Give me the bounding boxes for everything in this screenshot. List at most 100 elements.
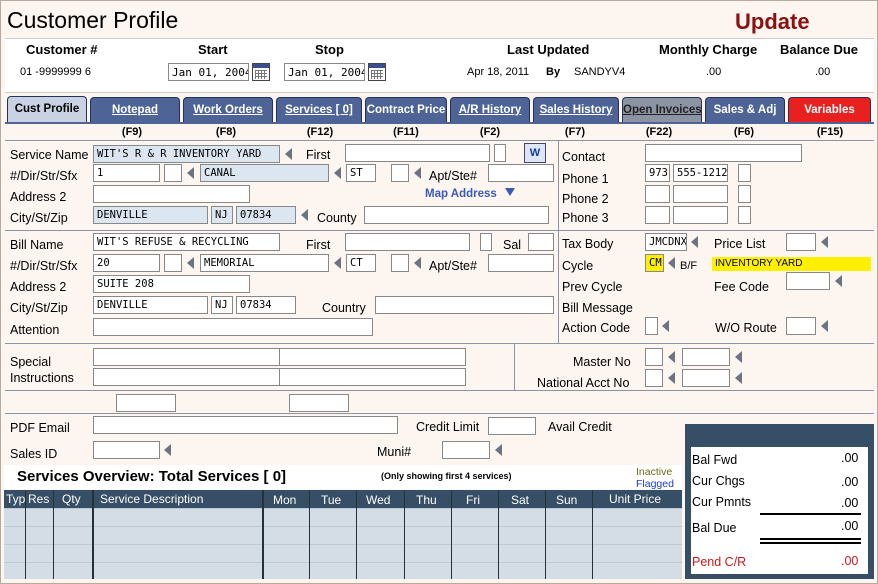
bill-name-field[interactable]: WIT'S REFUSE & RECYCLING xyxy=(93,233,280,251)
col-mon[interactable]: Mon xyxy=(273,493,296,507)
pdf-email-field[interactable] xyxy=(93,416,398,434)
phone1-ext-field[interactable] xyxy=(738,164,751,182)
action-code-field[interactable] xyxy=(645,317,658,335)
cycle-field[interactable]: CM xyxy=(645,254,664,272)
phone3-number-field[interactable] xyxy=(673,206,728,224)
bill-country-field[interactable] xyxy=(375,296,554,314)
arrow-left-icon[interactable] xyxy=(414,167,421,179)
arrow-left-icon[interactable] xyxy=(668,257,675,269)
phone2-ext-field[interactable] xyxy=(738,185,751,203)
bill-zip-field[interactable]: 07834 xyxy=(236,296,296,314)
muni-field[interactable] xyxy=(442,441,490,459)
bill-sal-field[interactable] xyxy=(528,233,554,251)
col-thu[interactable]: Thu xyxy=(416,493,437,507)
stop-date-field[interactable]: Jan 01, 2004 xyxy=(284,63,365,81)
bill-city-field[interactable]: DENVILLE xyxy=(93,296,208,314)
service-state-field[interactable]: NJ xyxy=(211,206,233,224)
arrow-left-icon[interactable] xyxy=(821,320,828,332)
service-street-field[interactable]: CANAL xyxy=(200,164,329,182)
col-wed[interactable]: Wed xyxy=(366,493,390,507)
arrow-left-icon[interactable] xyxy=(164,444,171,456)
service-name-field[interactable]: WIT'S R & R INVENTORY YARD xyxy=(93,145,280,163)
phone1-number-field[interactable]: 555-1212 xyxy=(673,164,728,182)
col-sat[interactable]: Sat xyxy=(511,493,529,507)
phone2-number-field[interactable] xyxy=(673,185,728,203)
special-instr-field-3[interactable] xyxy=(93,368,280,386)
col-qty[interactable]: Qty xyxy=(62,492,81,506)
tab-services[interactable]: Services [ 0] xyxy=(276,97,362,122)
arrow-left-icon[interactable] xyxy=(495,444,502,456)
col-fri[interactable]: Fri xyxy=(466,493,480,507)
service-post-dir-field[interactable] xyxy=(391,164,409,182)
col-typ[interactable]: Typ xyxy=(6,492,25,506)
service-first-field[interactable] xyxy=(345,144,490,162)
arrow-left-icon[interactable] xyxy=(285,148,292,160)
tab-ar-history[interactable]: A/R History xyxy=(450,97,530,122)
service-number-field[interactable]: 1 xyxy=(93,164,160,182)
col-tue[interactable]: Tue xyxy=(321,493,341,507)
arrow-left-icon[interactable] xyxy=(735,351,742,363)
phone3-area-field[interactable] xyxy=(645,206,670,224)
contact-field[interactable] xyxy=(645,144,802,162)
arrow-left-icon[interactable] xyxy=(835,275,842,287)
arrow-left-icon[interactable] xyxy=(662,320,669,332)
col-unit-price[interactable]: Unit Price xyxy=(609,492,661,506)
col-sun[interactable]: Sun xyxy=(556,493,577,507)
bill-first-field[interactable] xyxy=(345,233,470,251)
phone2-area-field[interactable] xyxy=(645,185,670,203)
price-list-field[interactable] xyxy=(786,233,816,251)
tab-work-orders[interactable]: Work Orders xyxy=(183,97,273,122)
arrow-down-icon[interactable] xyxy=(505,188,515,196)
service-county-field[interactable] xyxy=(364,206,549,224)
bill-apt-field[interactable] xyxy=(488,254,554,272)
calendar-icon[interactable] xyxy=(368,63,386,81)
bill-dir-field[interactable] xyxy=(164,254,182,272)
master-no-field-2[interactable] xyxy=(682,348,730,366)
phone3-ext-field[interactable] xyxy=(738,206,751,224)
wo-route-field[interactable] xyxy=(786,317,816,335)
arrow-left-icon[interactable] xyxy=(821,236,828,248)
arrow-left-icon[interactable] xyxy=(414,257,421,269)
arrow-left-icon[interactable] xyxy=(668,351,675,363)
national-acct-field-1[interactable] xyxy=(645,369,663,387)
arrow-left-icon[interactable] xyxy=(334,257,341,269)
arrow-left-icon[interactable] xyxy=(187,257,194,269)
special-instr-field-1[interactable] xyxy=(93,348,280,366)
services-grid-body[interactable] xyxy=(4,508,682,579)
bill-post-dir-field[interactable] xyxy=(391,254,409,272)
arrow-left-icon[interactable] xyxy=(334,167,341,179)
sales-id-field[interactable] xyxy=(93,441,160,459)
tab-open-invoices[interactable]: Open Invoices xyxy=(622,97,702,122)
special-instr-field-4[interactable] xyxy=(279,368,466,386)
start-date-field[interactable]: Jan 01, 2004 xyxy=(168,63,249,81)
word-doc-icon[interactable]: W xyxy=(524,143,546,163)
bill-address2-field[interactable]: SUITE 208 xyxy=(93,275,250,293)
tab-notepad[interactable]: Notepad xyxy=(90,97,180,122)
master-no-field-1[interactable] xyxy=(645,348,663,366)
tab-variables[interactable]: Variables xyxy=(788,97,871,122)
arrow-left-icon[interactable] xyxy=(691,236,698,248)
calendar-icon[interactable] xyxy=(252,63,270,81)
tax-body-field[interactable]: JMCDNX xyxy=(645,233,687,251)
service-city-field[interactable]: DENVILLE xyxy=(93,206,208,224)
national-acct-field-2[interactable] xyxy=(682,369,730,387)
bill-street-field[interactable]: MEMORIAL xyxy=(200,254,329,272)
service-mi-field[interactable] xyxy=(494,144,506,162)
col-description[interactable]: Service Description xyxy=(100,492,203,506)
service-suffix-field[interactable]: ST xyxy=(346,164,376,182)
attention-field[interactable] xyxy=(93,318,373,336)
arrow-left-icon[interactable] xyxy=(301,209,308,221)
tab-cust-profile[interactable]: Cust Profile xyxy=(7,96,87,124)
col-res[interactable]: Res xyxy=(28,492,49,506)
misc-field-1[interactable] xyxy=(116,394,176,412)
service-zip-field[interactable]: 07834 xyxy=(236,206,296,224)
bill-number-field[interactable]: 20 xyxy=(93,254,160,272)
tab-sales-history[interactable]: Sales History xyxy=(533,97,619,122)
map-address-link[interactable]: Map Address xyxy=(425,188,497,200)
phone1-area-field[interactable]: 973 xyxy=(645,164,670,182)
special-instr-field-2[interactable] xyxy=(279,348,466,366)
tab-sales-adj[interactable]: Sales & Adj xyxy=(705,97,785,122)
arrow-left-icon[interactable] xyxy=(668,372,675,384)
bill-mi-field[interactable] xyxy=(480,233,492,251)
credit-limit-field[interactable] xyxy=(488,417,536,435)
